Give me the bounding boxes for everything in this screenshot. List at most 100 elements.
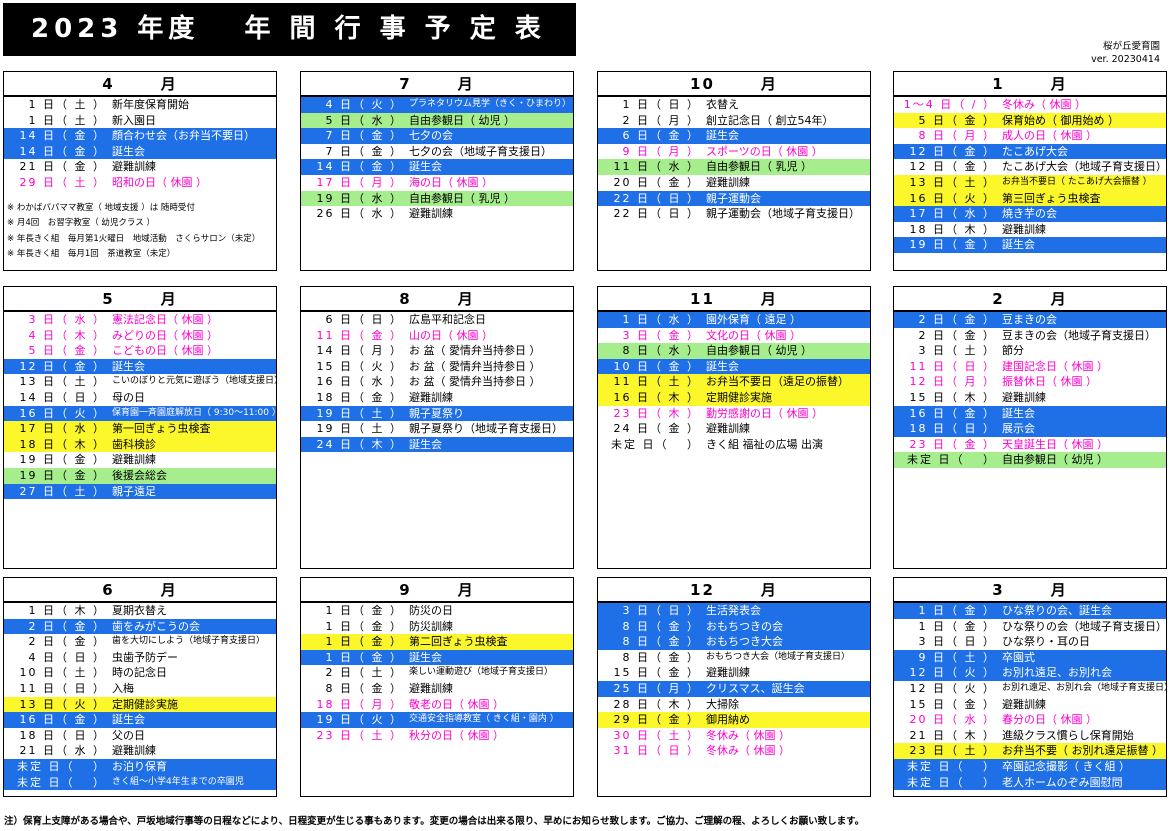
event-date: 6 日（ 日 ） xyxy=(325,313,403,326)
month-label: 月 xyxy=(760,290,778,308)
event-row: 12 日（ 火 ） お別れ遠足、お別れ会（地域子育支援日） xyxy=(894,681,1167,697)
event-title: たこあげ大会 xyxy=(1002,144,1068,158)
event-title: おもちつき大会 xyxy=(706,635,783,649)
event-title: 防災の日 xyxy=(409,604,453,617)
event-row: 14 日（ 金 ） 顔合わせ会（お弁当不要日） xyxy=(4,128,276,144)
event-row: 19 日（ 金 ） 後援会総会 xyxy=(4,467,276,484)
event-title: 避難訓練 xyxy=(706,666,750,680)
event-date: 9 日（ 月 ） xyxy=(622,144,700,158)
event-row: 28 日（ 木 ） 大掃除 xyxy=(598,697,870,713)
month-note: ※ 年長きく組 毎月第1火曜日 地域活動 さくらサロン（未定） xyxy=(7,233,261,244)
event-title: 自由参観日（ 乳児 ） xyxy=(409,191,515,205)
event-date: 19 日（ 金 ） xyxy=(19,468,106,482)
event-date: 未定 日（ ） xyxy=(17,759,106,773)
month-label: 月 xyxy=(760,75,778,93)
month-block-4: 4月1 日（ 土 ）新年度保育開始 1 日（ 土 ）新入園日 14 日（ 金 ）顔合… xyxy=(3,71,277,271)
event-title: プラネタリウム見学（きく・ひまわり） xyxy=(409,99,572,109)
event-title: 避難訓練 xyxy=(409,390,453,404)
event-title: 自由参観日（ 幼児 ） xyxy=(706,344,812,358)
event-date: 14 日（ 金 ） xyxy=(19,144,106,158)
event-date: 5 日（ 金 ） xyxy=(918,113,996,127)
event-date: 30 日（ 土 ） xyxy=(613,728,700,742)
event-row: 9 日（ 月 ） スポーツの日（ 休園 ） xyxy=(598,144,870,160)
event-title: こいのぼりと元気に遊ぼう（地域支援日） xyxy=(112,376,276,387)
event-row: 23 日（ 木 ） 勤労感謝の日（ 休園 ） xyxy=(598,406,870,422)
event-title: 避難訓練 xyxy=(112,160,156,174)
event-date: 11 日（ 水 ） xyxy=(613,160,700,174)
event-row: 23 日（ 土 ） 秋分の日（ 休園 ） xyxy=(301,728,573,744)
event-row: 11 日（ 水 ） 自由参観日（ 乳児 ） xyxy=(598,159,870,175)
event-title: お弁当不要日（遠足の振替） xyxy=(706,375,849,389)
event-date: 13 日（ 土 ） xyxy=(19,375,106,389)
event-title: お弁当不要日（ たこあげ大会振替 ） xyxy=(1002,176,1152,187)
event-row: 17 日（ 水 ） 第一回ぎょう虫検査 xyxy=(4,421,276,437)
event-title: お 盆（ 愛情弁当持参日 ） xyxy=(409,359,541,373)
event-date: 1 日（ 土 ） xyxy=(28,98,106,111)
event-title: 誕生会 xyxy=(409,160,442,174)
event-row: 16 日（ 木 ） 定期健診実施 xyxy=(598,389,870,406)
event-row: 1 日（ 金 ） 第二回ぎょう虫検査 xyxy=(301,634,573,650)
event-date: 2 日（ 土 ） xyxy=(325,666,403,680)
event-title: 父の日 xyxy=(112,728,145,742)
event-date: 1 日（ 水 ） xyxy=(622,313,700,326)
event-row: 18 日（ 木 ） 歯科検診 xyxy=(4,436,276,453)
month-header: 9月 xyxy=(301,578,573,603)
month-header: 4月 xyxy=(4,72,276,97)
event-title: 親子運動会（地域子育支援日） xyxy=(706,207,860,221)
event-row: 1 日（ 金 ） 防災の日 xyxy=(301,603,573,619)
event-title: ひな祭り・耳の日 xyxy=(1002,635,1090,649)
event-title: 七夕の会（地域子育支援日） xyxy=(409,144,552,158)
month-label: 月 xyxy=(760,581,778,599)
event-title: 母の日 xyxy=(112,390,145,404)
event-title: 誕生会 xyxy=(112,713,145,727)
event-date: 未定 日（ ） xyxy=(907,453,996,467)
event-date: 3 日（ 水 ） xyxy=(28,313,106,326)
month-number: 11 xyxy=(690,289,715,308)
event-title: 卒園記念撮影（ きく組 ） xyxy=(1002,759,1130,773)
event-title: スポーツの日（ 休園 ） xyxy=(706,144,823,158)
event-title: 誕生会 xyxy=(1002,406,1035,420)
event-title: 春分の日（ 休園 ） xyxy=(1002,713,1097,727)
event-row: 12 日（ 金 ） たこあげ大会 xyxy=(894,143,1166,160)
event-date: 14 日（ 日 ） xyxy=(19,390,106,404)
month-header: 3月 xyxy=(894,578,1166,603)
event-row: 12 日（ 金 ） たこあげ大会（地域子育支援日） xyxy=(894,159,1167,175)
event-row: 4 日（ 火 ） プラネタリウム見学（きく・ひまわり） xyxy=(301,97,573,113)
month-header: 10 月 xyxy=(598,72,870,97)
month-number: 8 xyxy=(399,289,412,308)
event-row: 4 日（ 日 ） 虫歯予防デー xyxy=(4,650,276,666)
event-row: 10 日（ 金 ） 誕生会 xyxy=(598,358,870,375)
event-date: 19 日（ 土 ） xyxy=(316,422,403,436)
event-row: 19 日（ 火 ） 交通安全指導教室（ きく組・園内 ） xyxy=(301,712,573,728)
month-header: 7月 xyxy=(301,72,573,97)
event-title: 老人ホームのぞみ園慰問 xyxy=(1002,775,1123,789)
event-title: 定期健診実施 xyxy=(706,390,772,404)
event-row: 6 日（ 日 ） 広島平和記念日 xyxy=(301,312,573,328)
event-date: 31 日（ 日 ） xyxy=(613,744,700,758)
event-row: 1 日（ 金 ） 誕生会 xyxy=(301,649,573,666)
event-title: 誕生会 xyxy=(1002,238,1035,252)
event-title: 憲法記念日（ 休園 ） xyxy=(112,313,218,326)
event-title: 創立記念日（ 創立54年） xyxy=(706,113,834,127)
event-row: 11 日（ 土 ） お弁当不要日（遠足の振替） xyxy=(598,374,870,390)
event-row: 21 日（ 水 ） 避難訓練 xyxy=(4,743,276,759)
event-title: 冬休み（ 休園 ） xyxy=(1002,98,1086,111)
month-block-7: 7月4 日（ 火 ）プラネタリウム見学（きく・ひまわり） 5 日（ 水 ）自由参観… xyxy=(300,71,574,271)
event-title: 入梅 xyxy=(112,681,134,695)
event-date: 8 日（ 水 ） xyxy=(622,344,700,358)
event-row: 3 日（ 土 ） 節分 xyxy=(894,343,1166,359)
event-row: 2 日（ 金 ） 豆まきの会（地域子育支援日） xyxy=(894,328,1166,344)
event-row: 8 日（ 水 ） 自由参観日（ 幼児 ） xyxy=(598,343,870,359)
event-date: 19 日（ 金 ） xyxy=(909,238,996,252)
event-row: 16 日（ 金 ） 誕生会 xyxy=(4,712,276,728)
event-row: 14 日（ 金 ） 誕生会 xyxy=(301,159,573,175)
event-date: 12 日（ 火 ） xyxy=(909,681,996,695)
event-date: 11 日（ 金 ） xyxy=(316,328,403,342)
event-row: 19 日（ 金 ） 誕生会 xyxy=(894,237,1166,253)
event-title: 保育園一斉園庭解放日（ 9:30～11:00 ） xyxy=(112,407,276,418)
event-row: 13 日（ 火 ） 定期健診実施 xyxy=(4,696,276,713)
event-row: 1 日（ 金 ） ひな祭りの会（地域子育支援日） xyxy=(894,619,1167,635)
event-title: 親子遠足 xyxy=(112,484,156,498)
event-row: 15 日（ 金 ） 避難訓練 xyxy=(894,697,1166,713)
event-date: 10 日（ 土 ） xyxy=(19,666,106,680)
